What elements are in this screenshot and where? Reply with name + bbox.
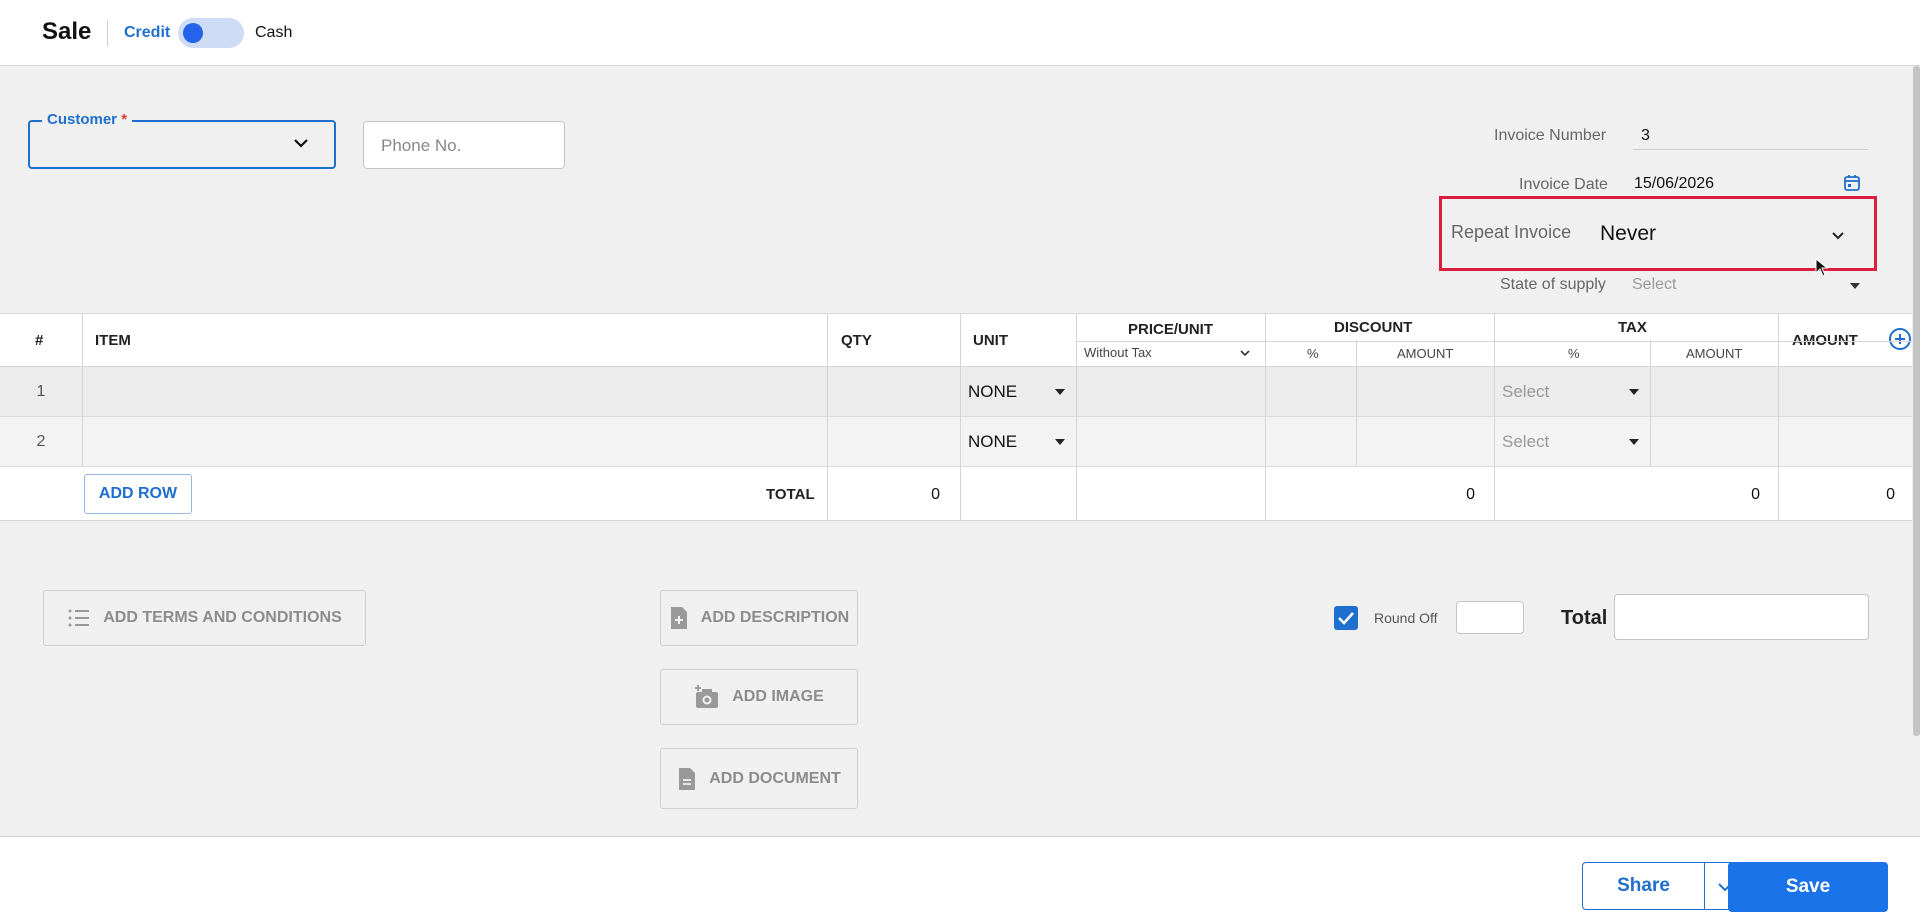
header-price: PRICE/UNIT <box>1128 321 1214 338</box>
caret-down-icon[interactable] <box>1629 389 1639 395</box>
invoice-date-label: Invoice Date <box>1519 176 1608 193</box>
repeat-invoice-label: Repeat Invoice <box>1451 222 1572 242</box>
add-terms-button[interactable]: ADD TERMS AND CONDITIONS <box>43 590 366 646</box>
chevron-down-icon[interactable] <box>1238 346 1252 360</box>
add-description-label: ADD DESCRIPTION <box>700 609 850 626</box>
caret-down-icon[interactable] <box>1055 439 1065 445</box>
customer-label: Customer * <box>42 111 133 128</box>
chevron-down-icon[interactable] <box>1829 226 1847 244</box>
toggle-knob <box>183 23 203 43</box>
grand-total-label: Total <box>1561 607 1608 629</box>
page-title: Sale <box>42 18 92 45</box>
table-row[interactable]: 1 NONE Select <box>0 367 1912 417</box>
header-num: # <box>35 332 44 349</box>
tax-select[interactable]: Select <box>1502 382 1549 402</box>
caret-down-icon[interactable] <box>1055 389 1065 395</box>
total-amount: 0 <box>1886 486 1895 503</box>
repeat-invoice-select[interactable]: Never <box>1600 222 1656 246</box>
list-icon <box>68 609 90 627</box>
header-tax-amount: AMOUNT <box>1686 346 1743 361</box>
save-button[interactable]: Save <box>1728 862 1888 912</box>
col-divider <box>1076 313 1077 521</box>
invoice-number-label: Invoice Number <box>1494 127 1607 144</box>
grand-total-input[interactable] <box>1614 594 1869 640</box>
customer-label-text: Customer <box>47 111 118 128</box>
state-of-supply-select[interactable]: Select <box>1632 276 1676 294</box>
header-discount: DISCOUNT <box>1334 319 1413 336</box>
add-image-button[interactable]: ADD IMAGE <box>660 669 858 725</box>
calendar-icon[interactable] <box>1843 174 1861 192</box>
unit-select[interactable]: NONE <box>968 382 1017 402</box>
table-totals-row <box>0 467 1912 521</box>
col-divider <box>827 313 828 521</box>
col-divider <box>1265 313 1266 521</box>
col-divider <box>960 313 961 521</box>
header-tax-pct: % <box>1568 346 1580 361</box>
table-row[interactable]: 2 NONE Select <box>0 417 1912 467</box>
col-divider <box>1356 340 1357 467</box>
header-bar: Sale Credit Cash <box>0 0 1920 66</box>
cash-label[interactable]: Cash <box>255 24 292 42</box>
unit-select[interactable]: NONE <box>968 432 1017 452</box>
add-terms-label: ADD TERMS AND CONDITIONS <box>103 609 342 626</box>
table-header: # ITEM QTY UNIT PRICE/UNIT Without Tax D… <box>0 313 1912 367</box>
col-divider <box>82 313 83 467</box>
row-number: 2 <box>36 433 46 450</box>
add-document-label: ADD DOCUMENT <box>709 769 841 787</box>
add-document-button[interactable]: ADD DOCUMENT <box>660 748 858 809</box>
phone-placeholder: Phone No. <box>381 136 462 155</box>
header-unit: UNIT <box>973 332 1008 349</box>
col-divider <box>1778 313 1779 521</box>
header-divider <box>107 20 108 46</box>
credit-cash-toggle[interactable] <box>178 18 244 48</box>
invoice-number-value[interactable]: 3 <box>1641 127 1650 145</box>
header-discount-amount: AMOUNT <box>1397 346 1454 361</box>
chevron-down-icon[interactable] <box>292 134 310 152</box>
round-off-input[interactable] <box>1456 601 1524 634</box>
document-add-icon <box>670 607 687 629</box>
caret-down-icon[interactable] <box>1629 439 1639 445</box>
credit-label[interactable]: Credit <box>124 24 170 42</box>
total-label: TOTAL <box>766 486 815 503</box>
col-divider <box>1494 313 1495 521</box>
row-number: 1 <box>36 383 46 400</box>
add-column-icon[interactable] <box>1888 327 1912 351</box>
total-qty: 0 <box>931 486 940 503</box>
header-discount-pct: % <box>1307 346 1319 361</box>
price-tax-mode-select[interactable]: Without Tax <box>1084 345 1152 360</box>
round-off-label: Round Off <box>1374 610 1438 626</box>
vertical-scrollbar[interactable] <box>1913 66 1920 736</box>
total-discount: 0 <box>1466 486 1475 503</box>
items-table: # ITEM QTY UNIT PRICE/UNIT Without Tax D… <box>0 313 1912 521</box>
required-mark: * <box>121 111 128 128</box>
header-item: ITEM <box>95 332 131 349</box>
col-divider <box>1650 340 1651 467</box>
header-qty: QTY <box>841 332 872 349</box>
header-tax: TAX <box>1618 319 1647 336</box>
share-button[interactable]: Share <box>1582 862 1704 910</box>
add-image-label: ADD IMAGE <box>732 688 824 705</box>
invoice-date-value[interactable]: 15/06/2026 <box>1634 175 1714 193</box>
check-icon <box>1338 612 1354 625</box>
add-description-button[interactable]: ADD DESCRIPTION <box>660 590 858 646</box>
document-icon <box>679 767 696 790</box>
camera-add-icon <box>695 685 719 708</box>
invoice-number-underline <box>1633 149 1868 150</box>
caret-down-icon[interactable] <box>1850 283 1860 289</box>
round-off-checkbox[interactable] <box>1334 606 1358 630</box>
mouse-cursor-icon <box>1815 258 1829 277</box>
total-tax: 0 <box>1751 486 1760 503</box>
tax-select[interactable]: Select <box>1502 432 1549 452</box>
state-of-supply-label: State of supply <box>1500 276 1606 293</box>
add-row-button[interactable]: ADD ROW <box>84 474 192 514</box>
